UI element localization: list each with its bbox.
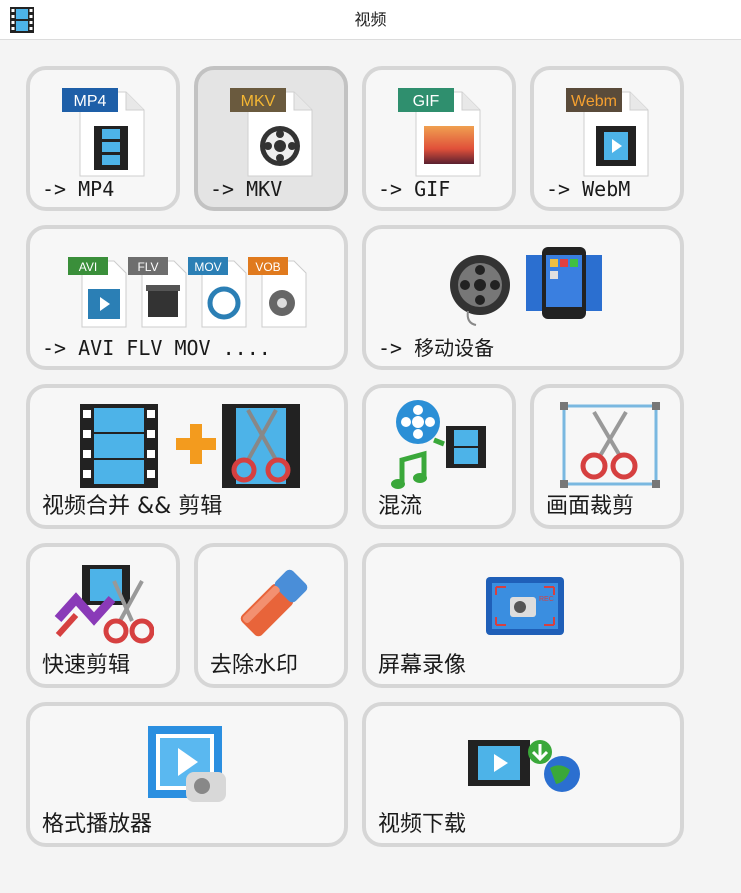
format-player-button[interactable]: 格式播放器 — [26, 702, 348, 847]
quick-cut-label: 快速剪辑 — [42, 653, 131, 678]
merge-cut-icon — [80, 404, 300, 488]
video-download-icon — [468, 740, 580, 792]
quick-cut-button[interactable]: 快速剪辑 — [26, 543, 180, 688]
avi-badge: AVI — [79, 260, 97, 274]
convert-to-other-formats-button[interactable]: AVI FLV MOV VOB -> AVI FLV MOV .... — [26, 225, 348, 370]
video-download-button[interactable]: 视频下载 — [362, 702, 684, 847]
screen-record-button[interactable]: REC 屏幕录像 — [362, 543, 684, 688]
gif-badge: GIF — [413, 93, 440, 110]
mux-label: 混流 — [378, 494, 423, 519]
mov-badge: MOV — [194, 260, 221, 274]
convert-to-mkv-label: -> MKV — [210, 177, 283, 201]
mkv-badge: MKV — [241, 93, 276, 110]
convert-to-mp4-label: -> MP4 — [42, 177, 115, 201]
crop-button[interactable]: 画面裁剪 — [530, 384, 684, 529]
convert-to-mobile-device-button[interactable]: -> 移动设备 — [362, 225, 684, 370]
mp4-badge: MP4 — [74, 93, 107, 110]
convert-to-webm-label: -> WebM — [546, 177, 631, 201]
mkv-file-icon: MKV — [230, 88, 313, 177]
crop-label: 画面裁剪 — [546, 494, 635, 519]
convert-to-gif-button[interactable]: GIF -> GIF — [362, 66, 516, 211]
video-merge-cut-label: 视频合并 && 剪辑 — [42, 494, 223, 519]
screen-record-icon: REC — [486, 577, 564, 635]
format-player-label: 格式播放器 — [42, 812, 153, 837]
remove-watermark-label: 去除水印 — [210, 653, 299, 678]
remove-watermark-button[interactable]: 去除水印 — [194, 543, 348, 688]
mobile-device-icon — [450, 247, 602, 326]
convert-to-gif-label: -> GIF — [378, 177, 451, 201]
multi-format-files-icon: AVI FLV MOV VOB — [68, 257, 307, 328]
title-bar: 视频 — [0, 0, 741, 40]
quick-cut-icon — [54, 565, 154, 644]
mux-icon — [391, 400, 486, 489]
gif-file-icon: GIF — [398, 88, 481, 177]
video-merge-cut-button[interactable]: 视频合并 && 剪辑 — [26, 384, 348, 529]
convert-to-webm-button[interactable]: Webm -> WebM — [530, 66, 684, 211]
webm-badge: Webm — [571, 93, 617, 110]
convert-to-other-formats-label: -> AVI FLV MOV .... — [42, 336, 271, 360]
convert-to-mobile-device-label: -> 移动设备 — [378, 336, 495, 360]
flv-badge: FLV — [137, 260, 158, 274]
window-title: 视频 — [354, 10, 387, 29]
eraser-icon — [240, 569, 308, 637]
player-icon — [148, 726, 226, 802]
crop-icon — [560, 402, 660, 488]
screen-record-label: 屏幕录像 — [378, 653, 467, 678]
mp4-file-icon: MP4 — [62, 88, 145, 177]
mux-button[interactable]: 混流 — [362, 384, 516, 529]
vob-badge: VOB — [255, 260, 280, 274]
convert-to-mkv-button[interactable]: MKV -> MKV — [194, 66, 348, 211]
rec-badge: REC — [539, 596, 554, 603]
webm-file-icon: Webm — [566, 88, 649, 177]
video-download-label: 视频下载 — [378, 812, 467, 837]
convert-to-mp4-button[interactable]: MP4 -> MP4 — [26, 66, 180, 211]
